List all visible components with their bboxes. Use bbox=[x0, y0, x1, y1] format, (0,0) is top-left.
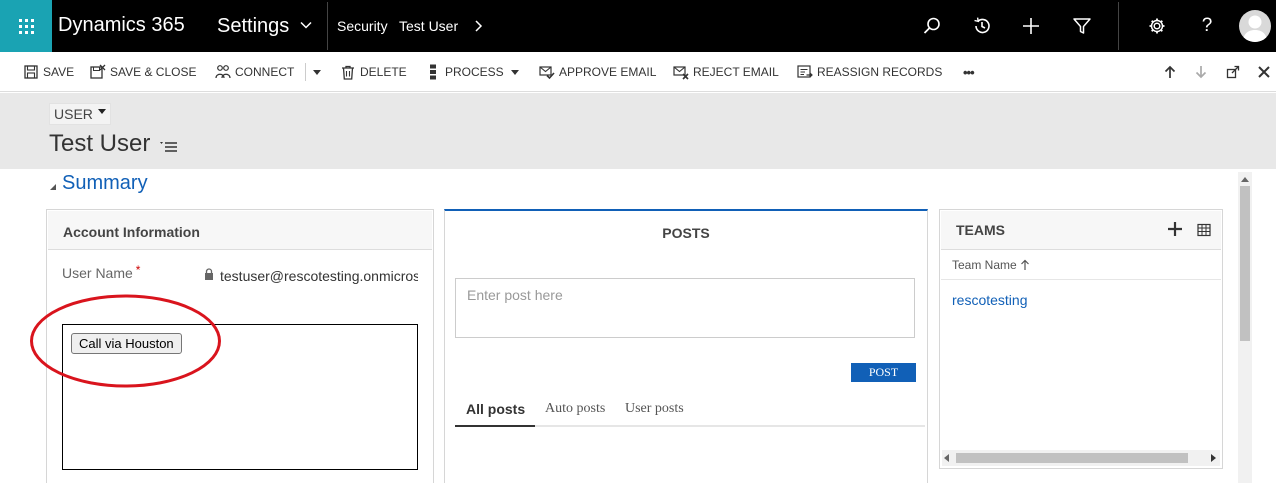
breadcrumb-security[interactable]: Security bbox=[337, 18, 388, 34]
page-title: Test User bbox=[49, 130, 151, 157]
chevron-down-icon[interactable] bbox=[298, 17, 314, 33]
save-close-label: SAVE & CLOSE bbox=[110, 65, 197, 79]
approve-email-button[interactable]: APPROVE EMAIL bbox=[539, 63, 656, 81]
horizontal-scrollbar[interactable] bbox=[942, 450, 1220, 466]
help-glyph: ? bbox=[1201, 15, 1213, 36]
recent-icon[interactable] bbox=[970, 14, 994, 38]
popout-icon[interactable] bbox=[1225, 64, 1241, 80]
gear-icon[interactable] bbox=[1145, 14, 1169, 38]
lock-icon bbox=[205, 268, 213, 280]
connect-label: CONNECT bbox=[235, 65, 295, 79]
top-nav-bar: Dynamics 365 Settings Security Test User… bbox=[0, 0, 1276, 52]
caret-down-icon bbox=[510, 69, 519, 75]
user-name-label-text: User Name bbox=[62, 265, 133, 281]
posts-title: POSTS bbox=[662, 225, 710, 241]
tab-all-posts[interactable]: All posts bbox=[466, 401, 525, 417]
connect-dropdown-button[interactable] bbox=[313, 63, 321, 81]
post-tabs: All posts Auto posts User posts bbox=[455, 399, 925, 427]
reassign-records-button[interactable]: REASSIGN RECORDS bbox=[797, 63, 942, 81]
approve-email-icon bbox=[539, 64, 555, 80]
help-icon[interactable]: ? bbox=[1195, 14, 1219, 38]
connect-split-divider bbox=[305, 63, 306, 81]
caret-down-icon bbox=[313, 69, 321, 75]
post-button[interactable]: POST bbox=[851, 363, 916, 382]
previous-record-icon[interactable] bbox=[1162, 64, 1178, 80]
next-record-icon[interactable] bbox=[1193, 64, 1209, 80]
filter-icon[interactable] bbox=[1070, 14, 1094, 38]
trash-icon bbox=[340, 64, 356, 80]
vertical-scrollbar[interactable] bbox=[1238, 172, 1252, 483]
waffle-icon bbox=[18, 18, 34, 34]
user-name-label: User Name * bbox=[62, 263, 141, 281]
tab-user-posts[interactable]: User posts bbox=[625, 401, 684, 417]
grid-view-icon[interactable] bbox=[1197, 223, 1211, 237]
area-menu[interactable]: Settings bbox=[217, 15, 289, 38]
save-label: SAVE bbox=[43, 65, 75, 79]
more-commands-button[interactable]: ••• bbox=[963, 63, 975, 81]
section-title: Summary bbox=[62, 172, 148, 194]
reject-email-button[interactable]: REJECT EMAIL bbox=[673, 63, 779, 81]
caret-down-icon bbox=[97, 108, 106, 114]
reject-email-label: REJECT EMAIL bbox=[693, 65, 779, 79]
save-icon bbox=[23, 64, 39, 80]
breadcrumb-test-user[interactable]: Test User bbox=[399, 18, 458, 34]
close-icon[interactable] bbox=[1256, 64, 1272, 80]
entity-label: USER bbox=[54, 106, 93, 122]
process-button[interactable]: PROCESS bbox=[425, 63, 519, 81]
tab-auto-posts[interactable]: Auto posts bbox=[545, 401, 605, 417]
teams-header: TEAMS bbox=[941, 211, 1221, 250]
posts-panel: POSTS Enter post here POST All posts Aut… bbox=[444, 209, 928, 483]
scroll-right-icon[interactable] bbox=[1210, 454, 1216, 462]
delete-label: DELETE bbox=[360, 65, 407, 79]
reassign-records-label: REASSIGN RECORDS bbox=[817, 65, 943, 79]
user-name-field[interactable]: testuser@rescotesting.onmicrosoft.com bbox=[220, 268, 418, 284]
avatar[interactable] bbox=[1239, 10, 1271, 42]
vertical-scroll-thumb[interactable] bbox=[1240, 186, 1250, 341]
record-header bbox=[0, 93, 1276, 169]
scroll-left-icon[interactable] bbox=[944, 454, 950, 462]
horizontal-scroll-thumb[interactable] bbox=[956, 453, 1188, 463]
approve-email-label: APPROVE EMAIL bbox=[559, 65, 657, 79]
reject-email-icon bbox=[673, 64, 689, 80]
sort-ascending-icon bbox=[1020, 259, 1029, 270]
account-information-header: Account Information bbox=[48, 211, 432, 250]
add-icon[interactable] bbox=[1167, 221, 1183, 237]
team-name-column-label: Team Name bbox=[952, 258, 1017, 272]
post-placeholder: Enter post here bbox=[467, 287, 563, 303]
scroll-up-icon[interactable] bbox=[1241, 176, 1249, 182]
connect-icon bbox=[215, 64, 231, 80]
record-menu-icon[interactable] bbox=[160, 141, 178, 153]
required-indicator: * bbox=[135, 263, 141, 277]
account-information-title: Account Information bbox=[63, 224, 200, 240]
process-label: PROCESS bbox=[445, 65, 504, 79]
command-bar: SAVE SAVE & CLOSE CONNECT DELETE PROCESS… bbox=[0, 52, 1276, 92]
search-icon[interactable] bbox=[920, 14, 944, 38]
red-annotation-ellipse bbox=[30, 294, 221, 388]
nav-divider bbox=[1118, 2, 1119, 50]
entity-selector[interactable]: USER bbox=[49, 103, 111, 125]
reassign-icon bbox=[797, 64, 813, 80]
post-input[interactable]: Enter post here bbox=[455, 278, 915, 338]
user-silhouette-icon bbox=[1243, 15, 1267, 42]
chevron-right-icon[interactable] bbox=[472, 18, 486, 34]
teams-title: TEAMS bbox=[956, 222, 1005, 238]
nav-divider bbox=[327, 2, 328, 50]
team-row-link[interactable]: rescotesting bbox=[952, 292, 1027, 308]
save-close-button[interactable]: SAVE & CLOSE bbox=[90, 63, 196, 81]
save-close-icon bbox=[90, 64, 106, 80]
active-tab-indicator bbox=[455, 425, 535, 427]
process-icon bbox=[425, 64, 441, 80]
save-button[interactable]: SAVE bbox=[23, 63, 74, 81]
delete-button[interactable]: DELETE bbox=[340, 63, 407, 81]
add-icon[interactable] bbox=[1019, 14, 1043, 38]
connect-button[interactable]: CONNECT bbox=[215, 63, 294, 81]
app-launcher-button[interactable] bbox=[0, 0, 52, 52]
summary-section-toggle[interactable]: Summary bbox=[50, 172, 148, 195]
collapse-triangle-icon bbox=[50, 183, 56, 190]
team-name-column-header[interactable]: Team Name bbox=[941, 251, 1221, 280]
app-name[interactable]: Dynamics 365 bbox=[58, 14, 185, 37]
teams-panel: TEAMS Team Name rescotesting bbox=[939, 209, 1223, 469]
